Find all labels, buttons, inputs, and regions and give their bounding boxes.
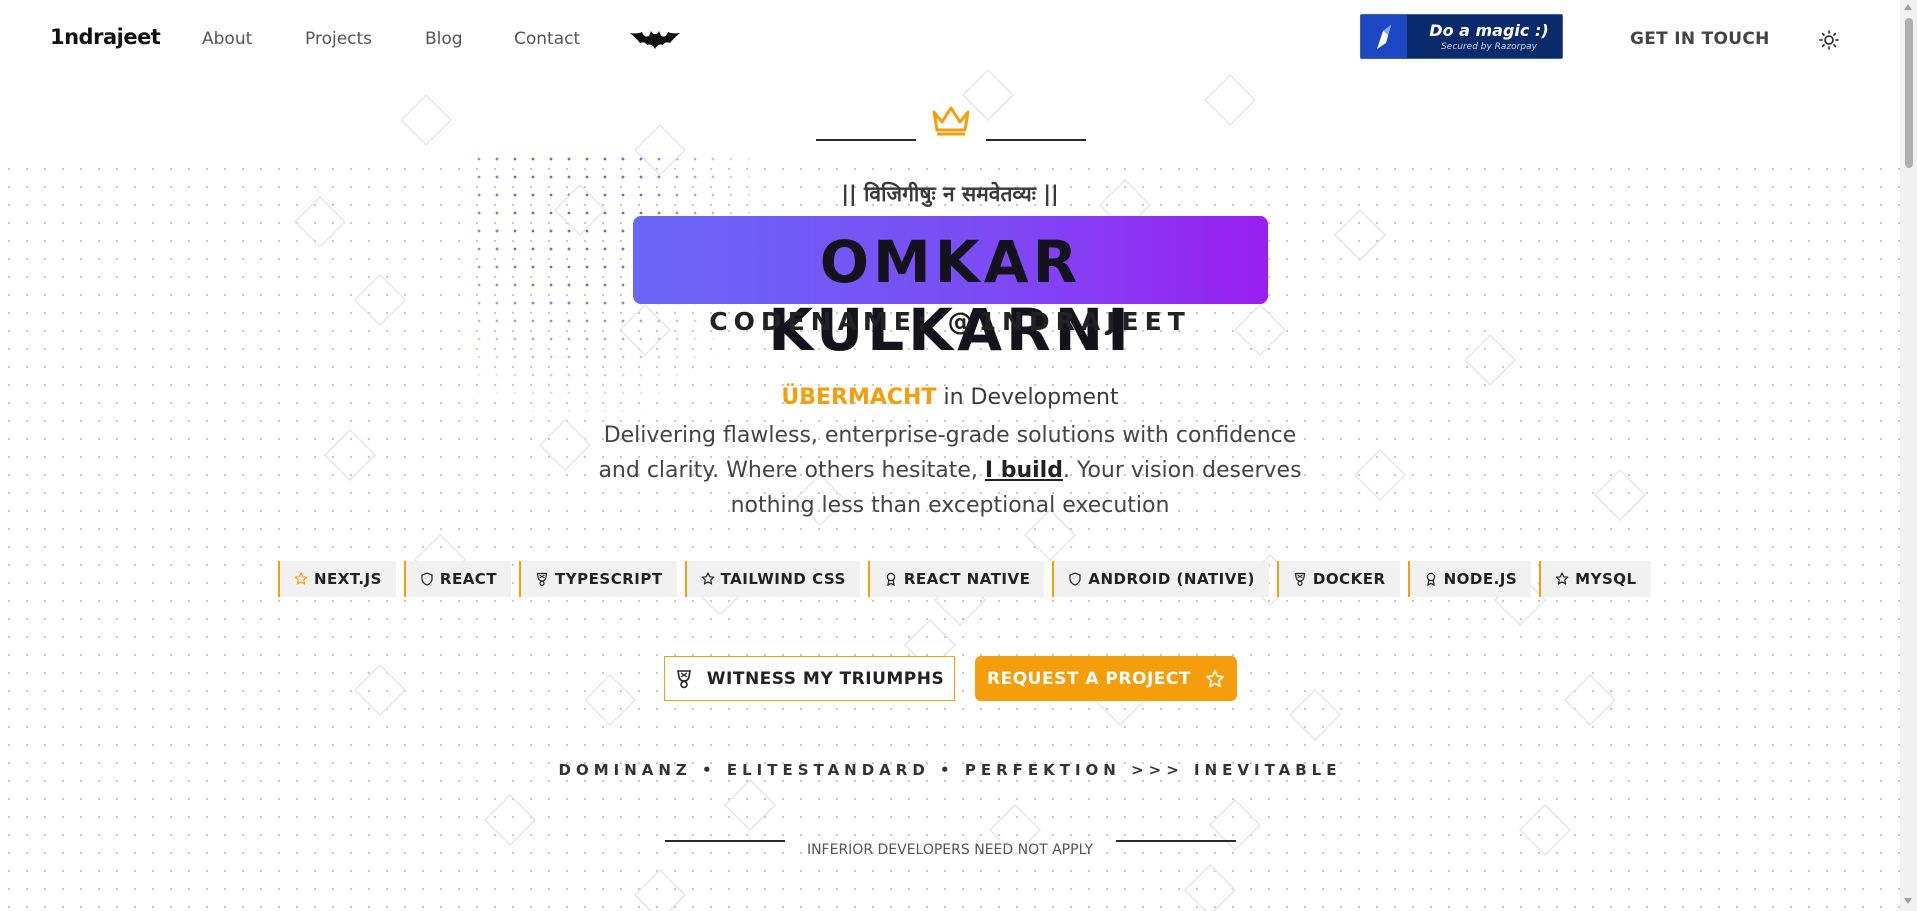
tech-chip-label: NODE.JS	[1443, 570, 1518, 588]
scroll-up-arrow-icon[interactable]	[1904, 4, 1912, 10]
witness-triumphs-label: WITNESS MY TRIUMPHS	[706, 668, 945, 689]
hero-name: OMKAR KULKARNI	[768, 228, 1133, 364]
shield-icon	[1069, 572, 1081, 586]
decorative-diamond	[293, 195, 347, 249]
nav-link-contact[interactable]: Contact	[514, 29, 580, 49]
bat-icon[interactable]	[630, 30, 680, 50]
tech-chip: MYSQL	[1539, 561, 1651, 597]
tech-chip-label: NEXT.JS	[314, 570, 382, 588]
tech-chip-label: TAILWIND CSS	[720, 570, 846, 588]
decorative-diamond	[583, 673, 637, 727]
desc-strong: I build	[984, 458, 1063, 483]
decorative-diamond	[353, 663, 407, 717]
motto-line: DOMINANZ • ELITESTANDARD • PERFEKTION >>…	[558, 761, 1342, 779]
get-in-touch-link[interactable]: GET IN TOUCH	[1630, 29, 1770, 49]
hero-tagline: ÜBERMACHT in Development	[600, 385, 1300, 410]
decorative-diamond	[723, 778, 777, 832]
decorative-diamond	[1353, 448, 1407, 502]
request-project-button[interactable]: REQUEST A PROJECT	[975, 656, 1237, 701]
site-logo[interactable]: 1ndrajeet	[50, 25, 161, 49]
disclaimer-rule-right	[1116, 840, 1236, 842]
decorative-diamond	[483, 793, 537, 847]
codename: CODENAME: @1NDRAJEET	[709, 307, 1191, 336]
witness-triumphs-button[interactable]: WITNESS MY TRIUMPHS	[664, 656, 955, 701]
tech-chip-label: ANDROID (NATIVE)	[1088, 570, 1255, 588]
request-project-label: REQUEST A PROJECT	[987, 668, 1191, 689]
tech-chip: TAILWIND CSS	[684, 561, 860, 597]
tagline-highlight: ÜBERMACHT	[781, 385, 937, 410]
decorative-diamond	[1208, 798, 1262, 852]
crown-rule-left	[816, 139, 916, 141]
sanskrit-motto: || विजिगीषुः न समवेतव्यः ||	[841, 182, 1059, 206]
razorpay-payment-button[interactable]: Do a magic :) Secured by Razorpay	[1360, 14, 1563, 59]
tech-chip: TYPESCRIPT	[519, 561, 677, 597]
tagline-rest: in Development	[936, 385, 1119, 410]
page-scrollbar[interactable]	[1900, 0, 1917, 911]
top-navbar: 1ndrajeet About Projects Blog Contact Do…	[0, 0, 1900, 80]
nav-link-blog[interactable]: Blog	[425, 29, 463, 49]
nav-link-about[interactable]: About	[202, 29, 252, 49]
decorative-diamond	[1593, 468, 1647, 522]
decorative-diamond	[1183, 863, 1237, 911]
tech-chip-label: DOCKER	[1312, 570, 1386, 588]
star-icon	[701, 572, 714, 585]
trophy-icon	[1294, 572, 1306, 586]
star-icon	[1205, 669, 1224, 687]
tech-chip: REACT NATIVE	[867, 561, 1045, 597]
razorpay-logo-icon	[1361, 15, 1407, 58]
decorative-diamond	[1333, 208, 1387, 262]
razorpay-button-title: Do a magic :)	[1429, 21, 1549, 40]
decorative-diamond	[1288, 688, 1342, 742]
nav-link-projects[interactable]: Projects	[305, 29, 372, 49]
name-highlight-box: OMKAR KULKARNI	[633, 216, 1268, 364]
tech-stack-list: NEXT.JS REACT TYPESCRIPT TAILWIND CSS REACT …	[278, 561, 1651, 597]
decorative-diamond	[1518, 803, 1572, 857]
shield-icon	[421, 572, 433, 586]
tech-chip: REACT	[403, 561, 512, 597]
decorative-diamond	[633, 868, 687, 911]
tech-chip-label: TYPESCRIPT	[555, 570, 663, 588]
tech-chip-label: MYSQL	[1575, 570, 1637, 588]
tech-chip-label: REACT	[439, 570, 498, 588]
star-icon	[294, 572, 308, 585]
hero-description: Delivering flawless, enterprise-grade so…	[585, 418, 1315, 523]
award-icon	[886, 572, 896, 586]
scrollbar-thumb[interactable]	[1905, 18, 1913, 168]
sun-icon[interactable]	[1818, 29, 1840, 51]
trophy-icon	[536, 572, 548, 586]
trophy-icon	[676, 669, 691, 688]
tech-chip: ANDROID (NATIVE)	[1052, 561, 1269, 597]
tech-chip-label: REACT NATIVE	[903, 570, 1031, 588]
crown-icon	[932, 106, 970, 136]
decorative-diamond	[323, 428, 377, 482]
decorative-diamond	[353, 273, 407, 327]
award-icon	[1426, 572, 1435, 586]
tech-chip: NODE.JS	[1407, 561, 1532, 597]
tech-chip: NEXT.JS	[278, 561, 396, 597]
scroll-down-arrow-icon[interactable]	[1904, 898, 1912, 904]
star-icon	[1555, 572, 1569, 585]
decorative-diamond	[1463, 333, 1517, 387]
crown-rule-right	[986, 139, 1086, 141]
disclaimer-text: INFERIOR DEVELOPERS NEED NOT APPLY	[806, 842, 1094, 858]
razorpay-secured-label: Secured by Razorpay	[1441, 42, 1537, 52]
tech-chip: DOCKER	[1276, 561, 1400, 597]
decorative-diamond	[1563, 673, 1617, 727]
